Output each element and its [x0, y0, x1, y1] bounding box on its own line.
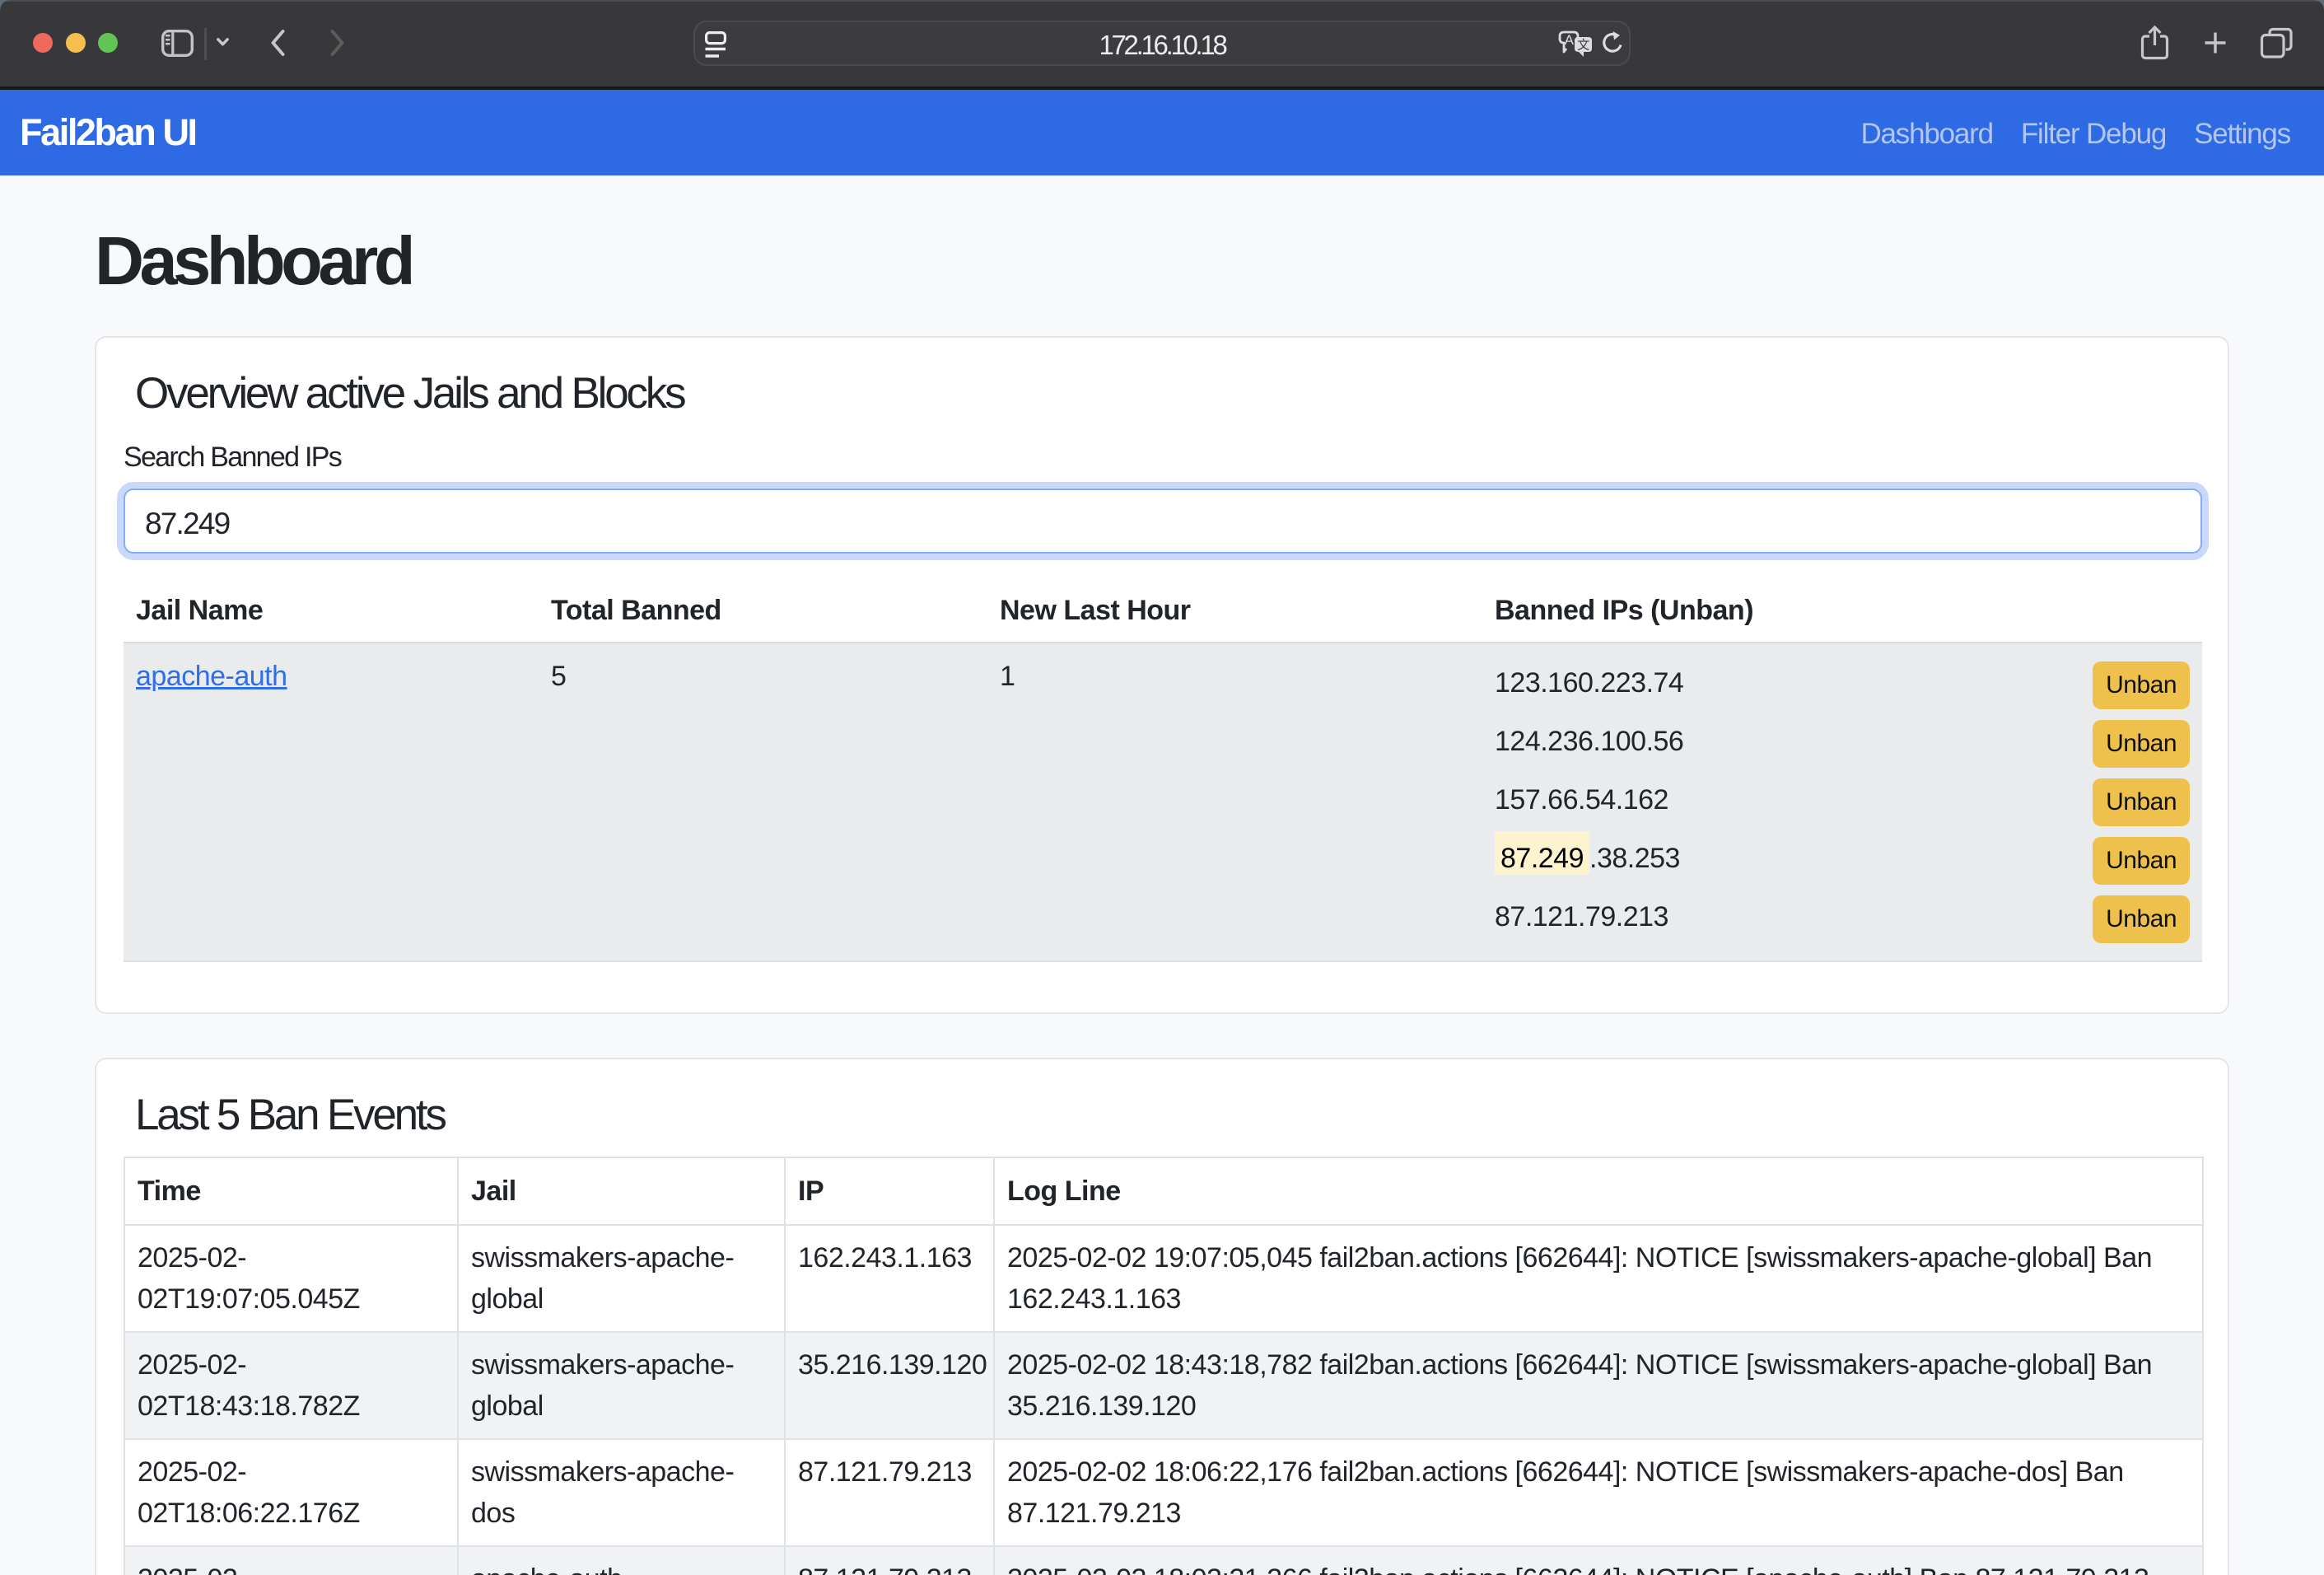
svg-text:A: A	[1565, 32, 1575, 48]
svg-text:文: 文	[1577, 39, 1589, 53]
